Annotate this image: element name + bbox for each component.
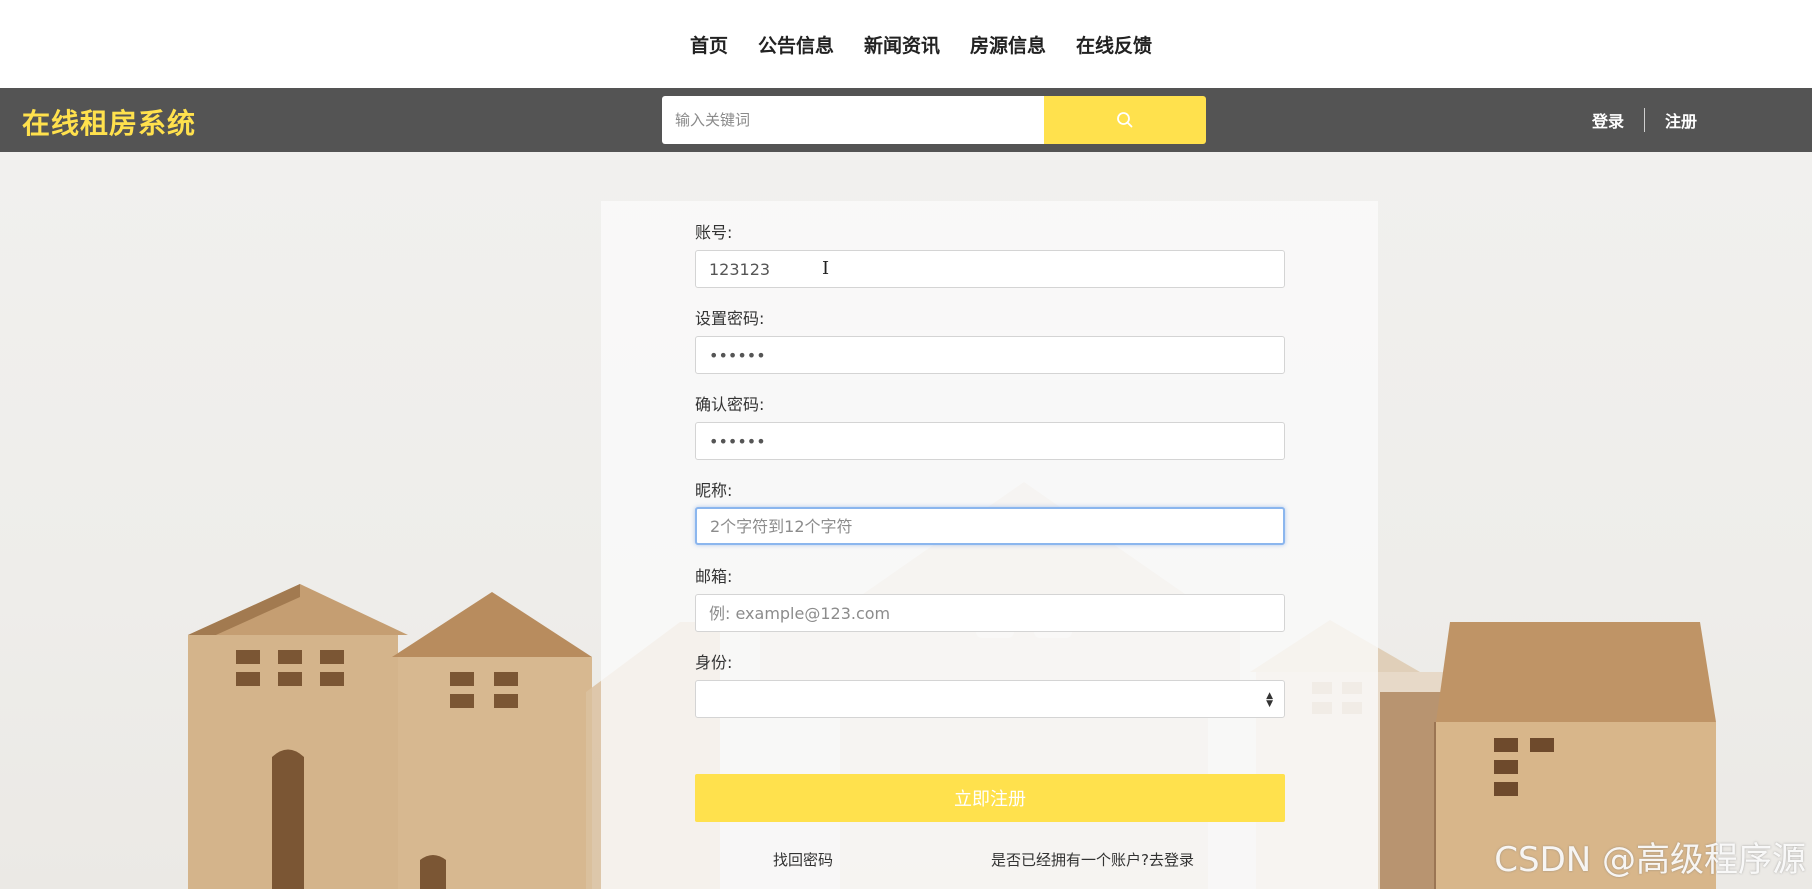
login-link[interactable]: 登录 [1592,108,1624,132]
form-links: 找回密码 是否已经拥有一个账户?去登录 [695,849,1285,873]
account-input[interactable] [695,250,1285,288]
register-submit-button[interactable]: 立即注册 [695,774,1285,822]
confirm-password-label: 确认密码: [695,395,765,414]
nav-menu: 首页 公告信息 新闻资讯 房源信息 在线反馈 [690,31,1152,58]
account-label: 账号: [695,223,733,242]
watermark: CSDN @高级程序源 [1494,840,1806,880]
search-input[interactable] [662,96,1044,144]
password-input[interactable] [695,336,1285,374]
nickname-label: 昵称: [695,481,733,500]
top-nav: 首页 公告信息 新闻资讯 房源信息 在线反馈 [0,0,1812,88]
auth-divider [1643,108,1645,132]
nav-item-feedback[interactable]: 在线反馈 [1076,31,1152,58]
nav-item-news[interactable]: 新闻资讯 [864,31,940,58]
search-bar [662,96,1206,144]
email-input[interactable] [695,594,1285,632]
go-login-link[interactable]: 是否已经拥有一个账户?去登录 [991,849,1194,870]
identity-label: 身份: [695,653,733,672]
nav-item-listings[interactable]: 房源信息 [970,31,1046,58]
confirm-password-input[interactable] [695,422,1285,460]
search-icon [1117,112,1133,128]
register-link[interactable]: 注册 [1665,108,1697,132]
identity-select[interactable]: ▲ ▼ [695,680,1285,718]
register-card: 账号: 设置密码: 确认密码: 昵称: 邮箱: 身份: ▲▼ 立即注册 找回密码… [601,201,1378,889]
auth-links: 登录 注册 [1592,108,1697,132]
password-label: 设置密码: [695,309,765,328]
text-cursor-icon: I [822,258,830,279]
brand-logo[interactable]: 在线租房系统 [22,102,196,142]
nickname-input[interactable] [695,507,1285,545]
nav-item-announcements[interactable]: 公告信息 [758,31,834,58]
select-arrows-icon: ▲ ▼ [1266,691,1273,709]
nav-item-home[interactable]: 首页 [690,31,728,58]
email-label: 邮箱: [695,567,733,586]
header-bar: 在线租房系统 登录 注册 [0,88,1812,152]
forgot-password-link[interactable]: 找回密码 [773,849,833,870]
search-button[interactable] [1044,96,1206,144]
